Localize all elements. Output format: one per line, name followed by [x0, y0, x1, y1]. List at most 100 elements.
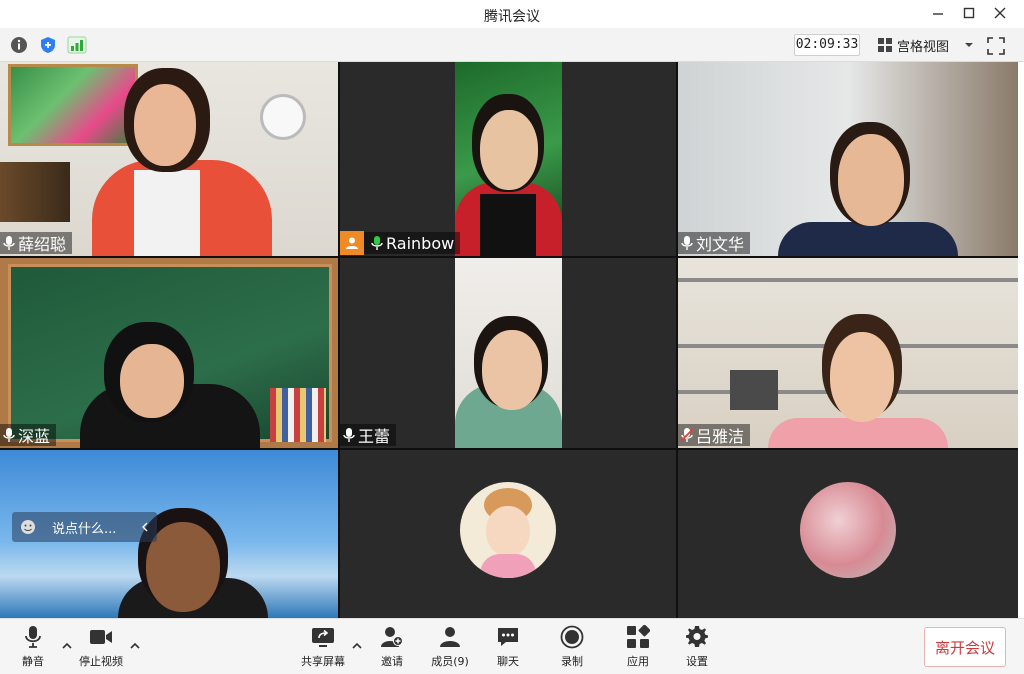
- books: [270, 388, 326, 442]
- participant-face: [120, 344, 184, 418]
- participant-body: [768, 418, 948, 448]
- maximize-icon: [963, 7, 975, 19]
- minimize-button[interactable]: [924, 2, 952, 24]
- microphone-icon: [681, 236, 693, 250]
- wall-painting: [8, 64, 138, 146]
- participant-name-chip: 刘文华: [678, 232, 751, 254]
- members-button[interactable]: 成员(9): [420, 625, 480, 671]
- shelf-rail: [678, 278, 1018, 282]
- microphone-icon: [3, 236, 15, 250]
- participant-name: Rainbow: [386, 233, 455, 253]
- wall-clock: [260, 94, 306, 140]
- video-tile[interactable]: 说点什么...: [0, 450, 338, 618]
- minimize-icon: [933, 13, 943, 15]
- meeting-timer: 02:09:33: [794, 34, 860, 56]
- participant-avatar: [800, 482, 896, 578]
- chevron-left-icon: [142, 522, 148, 532]
- share-screen-label: 共享屏幕: [301, 655, 345, 668]
- record-button[interactable]: 录制: [542, 625, 602, 671]
- share-screen-icon: [312, 628, 334, 647]
- meeting-bottom-toolbar: 静音 停止视频 共享屏幕 邀请 成员(9) 聊天 录制 应用 设置 离开会议: [0, 618, 1024, 674]
- participant-face: [830, 332, 894, 422]
- video-tile[interactable]: 王蕾: [340, 258, 676, 448]
- microphone-muted-icon: [680, 428, 694, 442]
- network-status-button[interactable]: [67, 35, 87, 55]
- invite-button[interactable]: 邀请: [362, 625, 422, 671]
- fullscreen-icon: [987, 37, 1005, 55]
- info-button[interactable]: [9, 35, 29, 55]
- participant-name: 刘文华: [696, 235, 745, 254]
- bookshelf: [0, 162, 70, 222]
- view-mode-label: 宫格视图: [897, 39, 950, 55]
- microphone-icon: [343, 428, 355, 442]
- participant-name-chip: Rainbow: [340, 231, 461, 255]
- participant-name: 吕雅洁: [696, 427, 745, 446]
- stop-video-label: 停止视频: [79, 655, 123, 668]
- participant-avatar: [460, 482, 556, 578]
- monitor: [730, 370, 778, 410]
- members-icon: [440, 627, 460, 647]
- maximize-button[interactable]: [955, 2, 983, 24]
- participant-name-chip: 薛绍聪: [0, 232, 73, 254]
- signal-icon: [67, 36, 87, 54]
- view-mode-selector[interactable]: 宫格视图: [872, 34, 976, 56]
- members-label: 成员(9): [431, 655, 469, 668]
- participant-name-chip: 王蕾: [340, 424, 397, 446]
- emoji-icon: [21, 520, 35, 534]
- stop-video-button[interactable]: 停止视频: [71, 625, 131, 671]
- record-label: 录制: [561, 655, 583, 668]
- security-button[interactable]: [38, 35, 58, 55]
- chat-input-overlay[interactable]: 说点什么...: [12, 512, 157, 542]
- apps-icon: [627, 625, 650, 648]
- settings-button[interactable]: 设置: [667, 625, 727, 671]
- mute-label: 静音: [22, 655, 44, 668]
- invite-label: 邀请: [381, 655, 403, 668]
- record-icon: [560, 625, 584, 649]
- participant-shirt: [480, 194, 536, 256]
- video-tile[interactable]: 吕雅洁: [678, 258, 1018, 448]
- video-tile[interactable]: Rainbow: [340, 62, 676, 256]
- chat-button[interactable]: 聊天: [478, 625, 538, 671]
- participant-name-chip: 吕雅洁: [678, 424, 751, 446]
- apps-label: 应用: [627, 655, 649, 668]
- video-tile[interactable]: 刘文华: [678, 62, 1018, 256]
- chat-icon: [498, 628, 518, 646]
- grid-view-icon: [878, 38, 892, 52]
- share-screen-button[interactable]: 共享屏幕: [293, 625, 353, 671]
- participant-name: 薛绍聪: [18, 235, 67, 254]
- info-icon: [11, 37, 27, 53]
- participant-face: [146, 522, 220, 612]
- host-user-icon: [346, 237, 358, 249]
- host-badge: [340, 231, 364, 255]
- add-user-icon: [381, 627, 403, 647]
- participant-name: 王蕾: [358, 427, 391, 446]
- participant-shirt: [134, 170, 200, 256]
- video-tile[interactable]: [678, 450, 1018, 618]
- chevron-up-icon[interactable]: [129, 641, 141, 651]
- participant-name: 深蓝: [18, 427, 51, 446]
- chevron-down-icon: [965, 43, 974, 47]
- participant-face: [838, 134, 904, 226]
- gear-icon: [686, 626, 708, 647]
- settings-label: 设置: [686, 655, 708, 668]
- apps-button[interactable]: 应用: [608, 625, 668, 671]
- participant-face: [482, 330, 542, 410]
- video-tile[interactable]: [340, 450, 676, 618]
- participant-name-chip: 深蓝: [0, 424, 57, 446]
- chat-label: 聊天: [497, 655, 519, 668]
- leave-meeting-button[interactable]: 离开会议: [924, 627, 1006, 667]
- microphone-icon: [3, 428, 15, 442]
- video-tile[interactable]: 深蓝: [0, 258, 338, 448]
- microphone-active-icon: [371, 236, 383, 250]
- fullscreen-button[interactable]: [986, 36, 1006, 56]
- mute-button[interactable]: 静音: [3, 625, 63, 671]
- microphone-icon: [25, 626, 41, 648]
- meeting-top-toolbar: 02:09:33 宫格视图: [0, 28, 1024, 62]
- close-icon: [994, 7, 1006, 19]
- close-button[interactable]: [986, 2, 1014, 24]
- video-grid: 薛绍聪 Rainbow 刘文华 深蓝 王蕾 吕雅洁 说点什么...: [0, 62, 1018, 618]
- avatar-face: [486, 506, 530, 556]
- video-camera-icon: [90, 630, 112, 644]
- video-tile[interactable]: 薛绍聪: [0, 62, 338, 256]
- avatar-body: [480, 554, 536, 578]
